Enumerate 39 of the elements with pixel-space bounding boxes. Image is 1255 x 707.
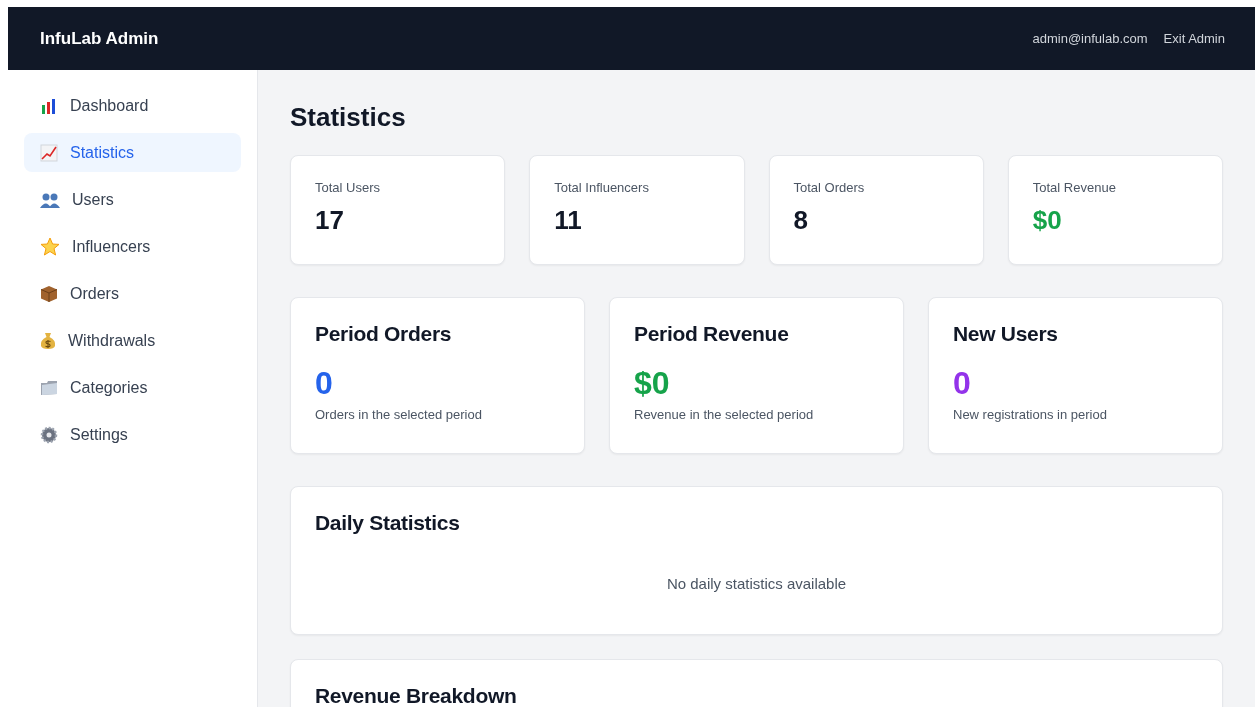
- gear-icon: [40, 425, 58, 444]
- sidebar-item[interactable]: Dashboard: [24, 86, 241, 125]
- card-title: Revenue Breakdown: [315, 684, 518, 707]
- sidebar-item[interactable]: Users: [24, 180, 241, 219]
- sidebar-item[interactable]: Statistics: [24, 133, 241, 172]
- page-title: Statistics: [290, 102, 407, 133]
- money-bag-icon: [40, 331, 56, 350]
- folder-icon: [40, 379, 58, 396]
- period-caption: Revenue in the selected period: [634, 407, 815, 423]
- stat-value: 11: [554, 205, 583, 236]
- card-title: Period Revenue: [634, 322, 790, 346]
- stat-label: Total Users: [315, 180, 382, 195]
- stat-value: 17: [315, 205, 345, 236]
- line-chart-icon: [40, 143, 58, 162]
- sidebar-item[interactable]: Withdrawals: [24, 321, 241, 360]
- sidebar-item[interactable]: Orders: [24, 274, 241, 313]
- sidebar-item[interactable]: Categories: [24, 368, 241, 407]
- stat-label: Total Revenue: [1032, 180, 1117, 195]
- user-email: admin@infulab.com: [1032, 31, 1148, 46]
- stat-value: $0: [1032, 205, 1063, 236]
- stat-label: Total Influencers: [554, 180, 650, 195]
- card-title: Daily Statistics: [315, 511, 461, 535]
- package-icon: [40, 284, 58, 303]
- star-icon: [40, 237, 60, 256]
- period-value: 0: [953, 366, 972, 402]
- period-caption: Orders in the selected period: [315, 407, 483, 423]
- exit-admin-link[interactable]: Exit Admin: [1163, 31, 1225, 46]
- period-value: 0: [315, 366, 334, 402]
- card-title: New Users: [953, 322, 1059, 346]
- empty-message: No daily statistics available: [665, 575, 848, 592]
- stat-value: 8: [793, 205, 809, 236]
- bar-chart-icon: [40, 96, 58, 115]
- period-caption: New registrations in period: [953, 407, 1108, 423]
- period-value: $0: [634, 366, 671, 402]
- card-title: Period Orders: [315, 322, 453, 346]
- app-title: InfuLab Admin: [40, 28, 159, 49]
- sidebar-item[interactable]: Influencers: [24, 227, 241, 266]
- sidebar-item[interactable]: Settings: [24, 415, 241, 454]
- stat-label: Total Orders: [793, 180, 866, 195]
